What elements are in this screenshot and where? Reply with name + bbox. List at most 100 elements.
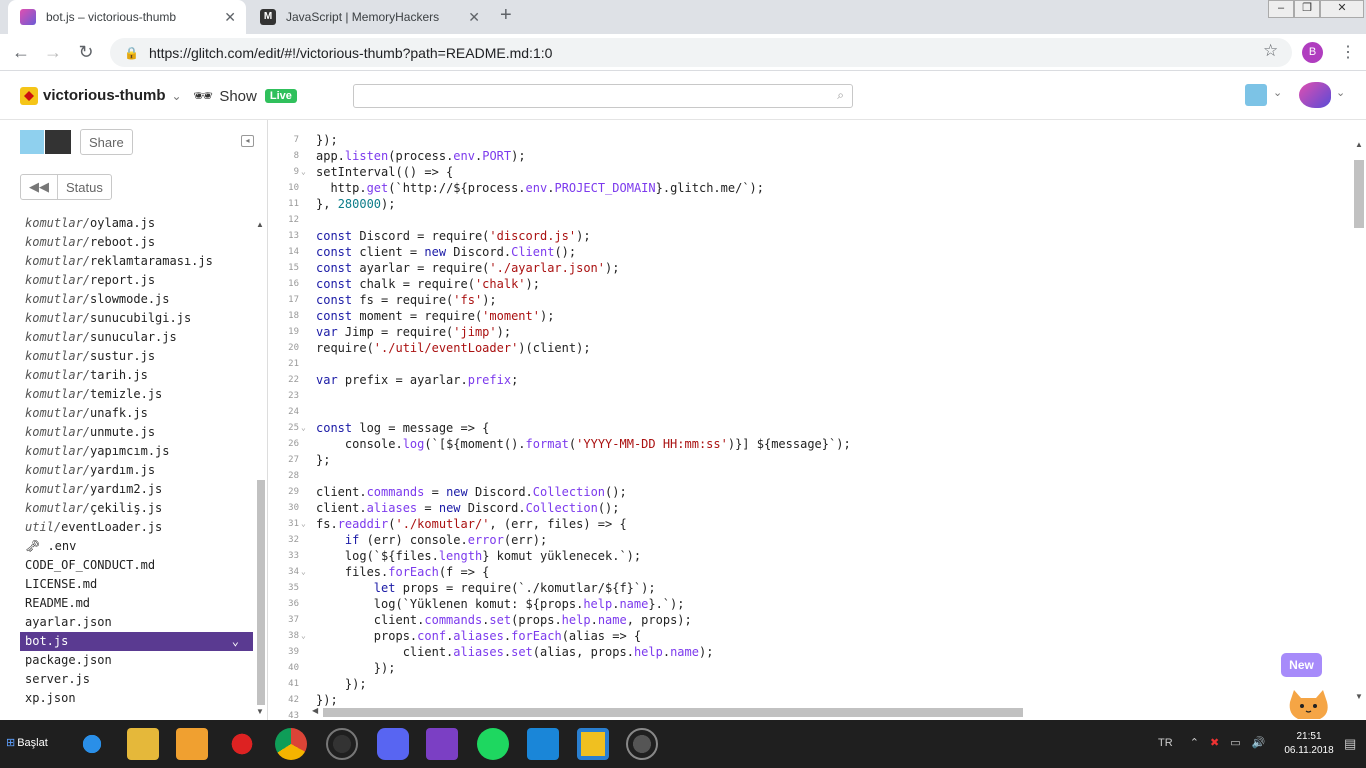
profile-avatar[interactable]: B bbox=[1302, 42, 1323, 63]
file-list-item[interactable]: 🗝 .env bbox=[20, 537, 253, 556]
volume-icon[interactable]: 🔊 bbox=[1252, 737, 1266, 749]
fold-marker-icon[interactable]: ⌄ bbox=[301, 564, 316, 580]
file-list-item[interactable]: README.md bbox=[20, 594, 253, 613]
new-features-badge[interactable]: New bbox=[1281, 653, 1322, 677]
file-list-item[interactable]: komutlar/reboot.js bbox=[20, 233, 253, 252]
chevron-down-icon[interactable]: ⌄ bbox=[1273, 86, 1282, 99]
menu-kebab-icon[interactable]: ⋮ bbox=[1340, 42, 1356, 62]
file-list-item[interactable]: komutlar/yardım.js bbox=[20, 461, 253, 480]
network-error-icon[interactable]: ✖ bbox=[1210, 737, 1219, 749]
file-list-item[interactable]: komutlar/oylama.js bbox=[20, 214, 253, 233]
collaborator-avatar[interactable] bbox=[20, 130, 44, 154]
file-list-item[interactable]: komutlar/çekiliş.js bbox=[20, 499, 253, 518]
tray-chevron-icon[interactable]: ⌃ bbox=[1190, 737, 1199, 749]
address-bar[interactable]: 🔒 https://glitch.com/edit/#!/victorious-… bbox=[110, 38, 1292, 67]
search-input[interactable]: ⌕ bbox=[353, 84, 853, 108]
project-name[interactable]: victorious-thumb ⌄ bbox=[43, 87, 182, 104]
browser-tab[interactable]: M JavaScript | MemoryHackers ✕ bbox=[248, 0, 490, 34]
fold-marker-icon[interactable]: ⌄ bbox=[301, 628, 316, 644]
chevron-down-icon[interactable]: ⌄ bbox=[1336, 86, 1345, 99]
fold-marker-icon[interactable]: ⌄ bbox=[301, 164, 316, 180]
fold-marker-icon bbox=[301, 452, 316, 468]
fold-marker-icon[interactable]: ⌄ bbox=[301, 516, 316, 532]
file-list-item[interactable]: xp.json bbox=[20, 689, 253, 708]
window-app-icon[interactable] bbox=[577, 728, 609, 760]
file-list-item[interactable]: komutlar/yapımcım.js bbox=[20, 442, 253, 461]
file-list-item[interactable]: komutlar/yardım2.js bbox=[20, 480, 253, 499]
file-sidebar: Share ◂ ◀◀ Status komutlar/oylama.js komu… bbox=[0, 120, 268, 720]
line-number: 18 bbox=[288, 311, 299, 321]
file-list-item[interactable]: komutlar/unafk.js bbox=[20, 404, 253, 423]
scroll-up-arrow-icon[interactable]: ▲ bbox=[256, 220, 264, 229]
file-explorer-icon[interactable] bbox=[127, 728, 159, 760]
file-list-item[interactable]: komutlar/sunucubilgi.js bbox=[20, 309, 253, 328]
file-list-item[interactable]: util/eventLoader.js bbox=[20, 518, 253, 537]
file-list-item[interactable]: server.js bbox=[20, 670, 253, 689]
glitch-fish-logo-icon[interactable] bbox=[1299, 82, 1331, 108]
media-player-icon[interactable] bbox=[176, 728, 208, 760]
scroll-down-arrow-icon[interactable]: ▼ bbox=[256, 707, 264, 716]
user-avatar-icon[interactable] bbox=[1245, 84, 1267, 106]
spotify-icon[interactable] bbox=[477, 728, 509, 760]
sidebar-scrollbar[interactable] bbox=[257, 480, 265, 705]
battery-icon[interactable]: ▭ bbox=[1230, 737, 1240, 749]
chevron-down-icon: ⌄ bbox=[171, 89, 182, 103]
file-name: report.js bbox=[90, 273, 156, 287]
close-tab-icon[interactable]: ✕ bbox=[224, 9, 236, 26]
file-list-item[interactable]: komutlar/slowmode.js bbox=[20, 290, 253, 309]
scroll-left-arrow-icon[interactable]: ◀ bbox=[312, 706, 318, 715]
forward-arrow-icon[interactable]: → bbox=[42, 42, 64, 63]
new-tab-button[interactable]: + bbox=[500, 4, 512, 27]
chrome-icon[interactable] bbox=[275, 728, 307, 760]
discord-icon[interactable] bbox=[377, 728, 409, 760]
vscode-icon[interactable] bbox=[527, 728, 559, 760]
file-list-item[interactable]: komutlar/report.js bbox=[20, 271, 253, 290]
line-number: 12 bbox=[288, 215, 299, 225]
editor-horizontal-scrollbar[interactable] bbox=[323, 708, 1023, 717]
back-arrow-icon[interactable]: ← bbox=[10, 42, 32, 63]
status-button[interactable]: ◀◀ Status bbox=[20, 174, 112, 200]
bookmark-star-icon[interactable]: ☆ bbox=[1263, 41, 1278, 61]
scroll-down-arrow-icon[interactable]: ▼ bbox=[1355, 692, 1363, 701]
reload-icon[interactable]: ↻ bbox=[75, 42, 97, 63]
notification-icon[interactable]: ▤ bbox=[1344, 736, 1356, 752]
visual-studio-icon[interactable] bbox=[426, 728, 458, 760]
collapse-sidebar-icon[interactable]: ◂ bbox=[241, 135, 254, 147]
editor-vertical-scrollbar[interactable] bbox=[1354, 160, 1364, 228]
line-number: 16 bbox=[288, 279, 299, 289]
code-text: require('./util/eventLoader')(client); bbox=[316, 341, 591, 355]
code-editor[interactable]: 7}); 8 app.listen(process.env.PORT); 9 ⌄ setI… bbox=[269, 120, 1366, 720]
start-button[interactable]: ⊞ Başlat bbox=[6, 736, 48, 749]
code-text: console.log(`[${moment().format('YYYY-MM… bbox=[316, 437, 851, 451]
collaborator-avatar[interactable] bbox=[45, 130, 71, 154]
file-list-item[interactable]: CODE_OF_CONDUCT.md bbox=[20, 556, 253, 575]
file-list-item[interactable]: komutlar/unmute.js bbox=[20, 423, 253, 442]
browser-tab-active[interactable]: bot.js – victorious-thumb ✕ bbox=[8, 0, 246, 34]
file-list-item[interactable]: package.json bbox=[20, 651, 253, 670]
steam-icon[interactable] bbox=[326, 728, 358, 760]
cat-mascot-icon[interactable] bbox=[1286, 688, 1332, 720]
fold-marker-icon[interactable]: ⌄ bbox=[301, 420, 316, 436]
file-list-item[interactable]: LICENSE.md bbox=[20, 575, 253, 594]
line-number: 15 bbox=[288, 263, 299, 273]
settings-gear-icon[interactable] bbox=[226, 728, 258, 760]
file-list-item[interactable]: komutlar/reklamtaraması.js bbox=[20, 252, 253, 271]
file-list-item[interactable]: komutlar/tarih.js bbox=[20, 366, 253, 385]
maximize-button[interactable]: ❐ bbox=[1294, 0, 1320, 18]
internet-explorer-icon[interactable] bbox=[76, 728, 108, 760]
minimize-button[interactable]: – bbox=[1268, 0, 1294, 18]
file-list-item[interactable]: komutlar/sustur.js bbox=[20, 347, 253, 366]
file-options-chevron-icon[interactable]: ⌄ bbox=[232, 632, 239, 651]
file-list-item[interactable]: ayarlar.json bbox=[20, 613, 253, 632]
scroll-up-arrow-icon[interactable]: ▲ bbox=[1355, 140, 1363, 149]
close-tab-icon[interactable]: ✕ bbox=[468, 9, 480, 26]
show-button[interactable]: 🕶 Show Live bbox=[193, 86, 297, 106]
system-clock[interactable]: 21:51 06.11.2018 bbox=[1284, 730, 1334, 758]
file-list-item[interactable]: komutlar/sunucular.js bbox=[20, 328, 253, 347]
file-list-item[interactable]: komutlar/temizle.js bbox=[20, 385, 253, 404]
language-indicator[interactable]: TR bbox=[1158, 737, 1173, 749]
file-list-item[interactable]: bot.js ⌄ bbox=[20, 632, 253, 651]
share-button[interactable]: Share bbox=[80, 129, 133, 155]
close-window-button[interactable]: ✕ bbox=[1320, 0, 1364, 18]
steam-alt-icon[interactable] bbox=[626, 728, 658, 760]
